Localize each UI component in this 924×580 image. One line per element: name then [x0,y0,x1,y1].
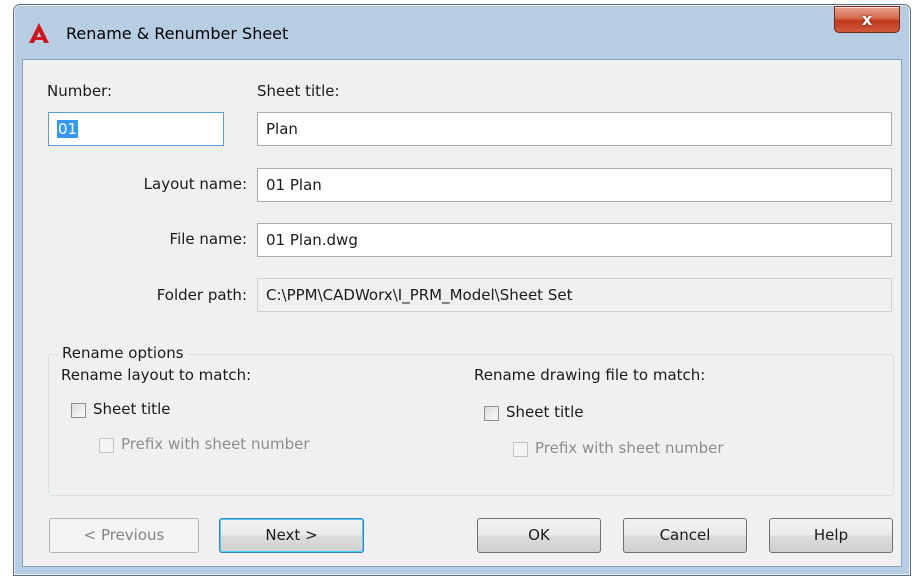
title-bar[interactable]: Rename & Renumber Sheet x [14,5,910,59]
file-name-label: File name: [169,230,247,248]
drawing-sheet-title-checkbox[interactable] [484,406,499,421]
file-name-input[interactable]: 01 Plan.dwg [257,223,892,257]
help-button[interactable]: Help [769,518,893,553]
number-input[interactable]: 01 [48,112,224,146]
layout-prefix-checkbox[interactable] [99,438,114,453]
rename-drawing-heading: Rename drawing file to match: [474,366,706,384]
drawing-prefix-checkbox[interactable] [513,442,528,457]
layout-sheet-title-checkbox[interactable] [71,403,86,418]
dialog-window: Rename & Renumber Sheet x Number: Sheet … [13,4,911,576]
layout-name-input[interactable]: 01 Plan [257,168,892,202]
layout-sheet-title-label[interactable]: Sheet title [93,400,170,418]
close-icon: x [861,10,873,29]
layout-name-label: Layout name: [143,175,247,193]
previous-button[interactable]: < Previous [49,518,199,553]
autocad-logo-icon [29,23,49,43]
next-button[interactable]: Next > [219,518,364,553]
ok-button[interactable]: OK [477,518,601,553]
rename-layout-heading: Rename layout to match: [61,366,252,384]
window-title: Rename & Renumber Sheet [66,24,289,43]
drawing-sheet-title-label[interactable]: Sheet title [506,403,583,421]
dialog-client-area: Number: Sheet title: 01 Plan Layout name… [22,59,902,567]
sheet-title-input[interactable]: Plan [257,112,892,146]
number-value: 01 [57,120,79,138]
cancel-button[interactable]: Cancel [623,518,747,553]
folder-path-field: C:\PPM\CADWorx\I_PRM_Model\Sheet Set [257,278,892,312]
close-button[interactable]: x [834,6,900,33]
layout-prefix-label: Prefix with sheet number [121,435,310,453]
number-label: Number: [47,82,113,100]
drawing-prefix-label: Prefix with sheet number [535,439,724,457]
folder-path-label: Folder path: [156,286,247,304]
rename-options-label: Rename options [59,344,187,362]
sheet-title-label: Sheet title: [257,82,340,100]
